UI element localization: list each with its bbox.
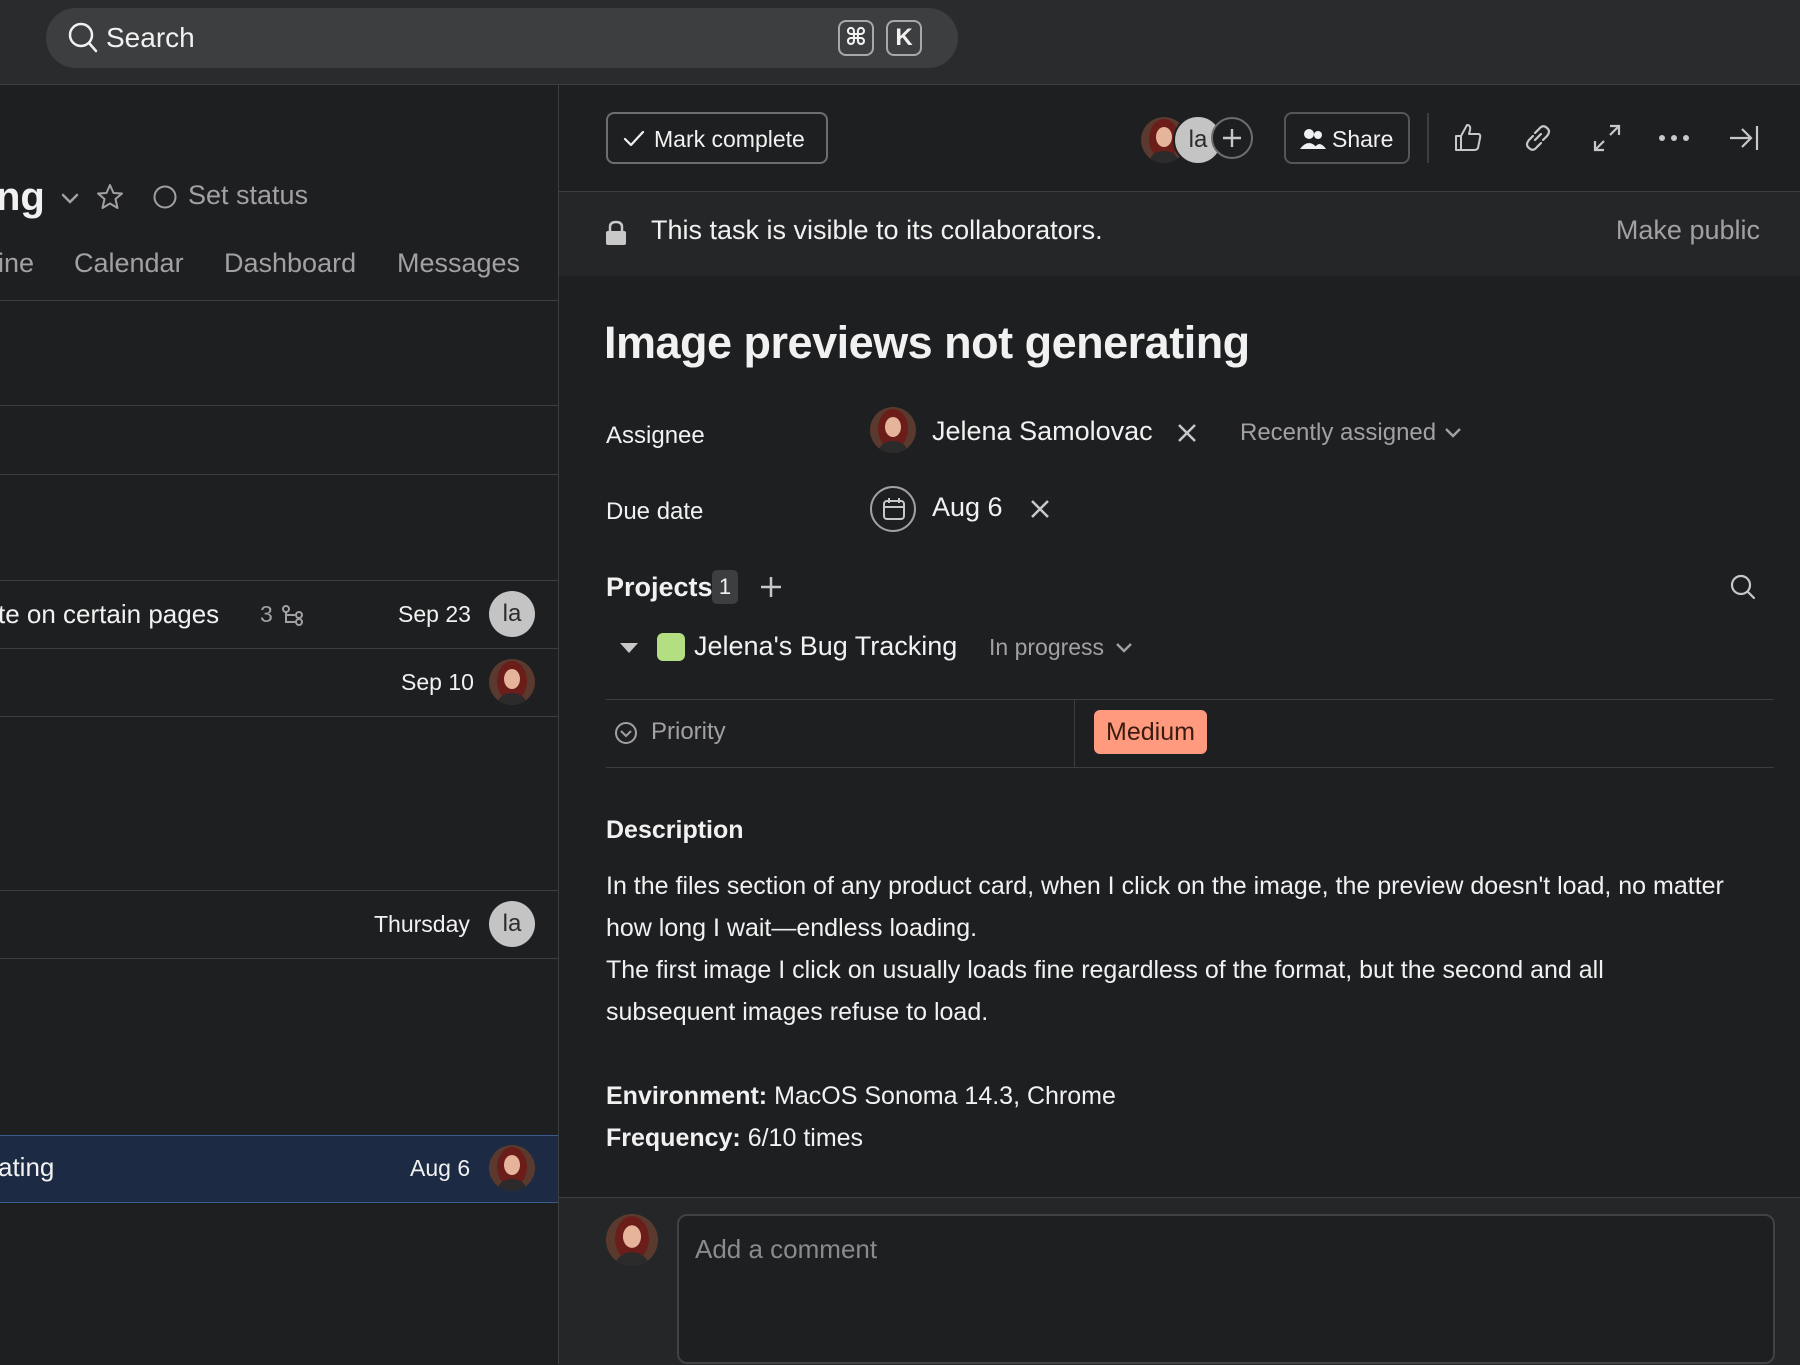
visibility-notice: This task is visible to its collaborator…	[559, 191, 1800, 276]
chevron-down-icon	[1116, 643, 1132, 653]
search-bar[interactable]: Search ⌘ K	[46, 8, 958, 68]
project-color-swatch	[657, 633, 685, 661]
plus-icon	[1223, 129, 1241, 147]
priority-badge[interactable]: Medium	[1094, 710, 1207, 754]
tab-calendar[interactable]: Calendar	[74, 248, 184, 279]
divider	[1074, 699, 1075, 767]
environment-label: Environment:	[606, 1082, 768, 1110]
assignee-name[interactable]: Jelena Samolovac	[932, 416, 1153, 447]
description-heading: Description	[606, 816, 744, 844]
task-row-selected[interactable]: ating Aug 6	[0, 1135, 558, 1203]
divider	[0, 958, 558, 959]
tab-dashboard[interactable]: Dashboard	[224, 248, 356, 279]
people-icon	[1300, 129, 1326, 149]
project-list-panel: ng Set status ine Calendar Dashboard Mes…	[0, 85, 559, 1364]
task-detail-panel: Mark complete la Share This task is visi…	[559, 85, 1800, 1365]
task-due-date: Sep 23	[398, 601, 471, 627]
comment-bar	[559, 1197, 1800, 1365]
frequency-label: Frequency:	[606, 1124, 741, 1152]
divider	[606, 767, 1774, 768]
frequency-line: Frequency: 6/10 times	[606, 1117, 1736, 1159]
task-row-title: ating	[0, 1152, 55, 1182]
description-body[interactable]: In the files section of any product card…	[606, 865, 1736, 1159]
add-collaborator-button[interactable]	[1211, 117, 1253, 159]
shortcut-cmd-key: ⌘	[838, 20, 874, 56]
remove-assignee-icon[interactable]	[1176, 422, 1198, 444]
task-due-date: Aug 6	[410, 1155, 471, 1181]
description-paragraph: The first image I click on usually loads…	[606, 956, 1604, 1026]
task-row[interactable]: Sep 10	[0, 649, 558, 716]
search-icon	[68, 22, 98, 54]
divider	[606, 699, 1774, 700]
priority-label: Priority	[651, 718, 726, 745]
project-name[interactable]: Jelena's Bug Tracking	[694, 631, 957, 662]
set-status-label: Set status	[188, 180, 309, 210]
task-row-title: te on certain pages	[0, 599, 220, 629]
share-button[interactable]: Share	[1284, 112, 1410, 164]
mark-complete-button[interactable]: Mark complete	[606, 112, 828, 164]
tab-timeline[interactable]: ine	[0, 248, 34, 279]
due-date-label: Due date	[606, 498, 704, 525]
search-label: Search	[106, 22, 195, 53]
make-public-button[interactable]: Make public	[1616, 215, 1760, 246]
top-bar: Search ⌘ K	[0, 0, 1800, 85]
project-status-label: In progress	[989, 634, 1105, 660]
shortcut-k-key: K	[886, 20, 922, 56]
subtask-icon	[281, 604, 307, 628]
close-panel-icon[interactable]	[1727, 122, 1761, 154]
visibility-text: This task is visible to its collaborator…	[651, 215, 1103, 245]
search-project-fields-icon[interactable]	[1729, 573, 1757, 601]
share-label: Share	[1332, 126, 1394, 152]
divider	[0, 300, 558, 301]
chevron-down-icon	[1445, 428, 1461, 438]
remove-due-date-icon[interactable]	[1029, 498, 1051, 520]
star-icon[interactable]	[96, 183, 124, 211]
task-title[interactable]: Image previews not generating	[604, 317, 1250, 369]
avatar[interactable]: la	[489, 901, 535, 947]
add-project-icon[interactable]	[759, 575, 783, 599]
avatar[interactable]	[489, 659, 535, 705]
task-due-date: Thursday	[374, 911, 470, 937]
link-icon[interactable]	[1521, 122, 1555, 154]
expand-icon[interactable]	[1591, 122, 1623, 154]
like-icon[interactable]	[1452, 122, 1484, 154]
current-user-avatar	[606, 1214, 658, 1266]
task-row[interactable]: Thursday la	[0, 891, 558, 958]
collapse-triangle-icon[interactable]	[619, 641, 639, 655]
assignee-avatar[interactable]	[870, 407, 916, 453]
task-due-date: Sep 10	[401, 669, 474, 695]
subtask-count: 3	[260, 601, 273, 627]
task-row[interactable]: te on certain pages 3 Sep 23 la	[0, 581, 558, 648]
divider	[0, 474, 558, 475]
projects-label: Projects	[606, 572, 713, 602]
chevron-down-icon[interactable]	[60, 192, 80, 206]
toolbar-divider	[1427, 113, 1429, 163]
comment-input[interactable]	[677, 1214, 1775, 1364]
frequency-value: 6/10 times	[740, 1124, 864, 1152]
tab-messages[interactable]: Messages	[397, 248, 520, 279]
environment-line: Environment: MacOS Sonoma 14.3, Chrome	[606, 1075, 1736, 1117]
divider	[0, 405, 558, 406]
calendar-icon[interactable]	[870, 486, 916, 532]
mark-complete-label: Mark complete	[654, 126, 805, 152]
priority-field-icon	[614, 721, 638, 745]
project-title: ng	[0, 175, 45, 219]
avatar[interactable]: la	[489, 591, 535, 637]
status-circle-icon	[153, 185, 177, 209]
environment-value: MacOS Sonoma 14.3, Chrome	[767, 1082, 1116, 1110]
more-options-icon[interactable]	[1657, 133, 1691, 143]
description-paragraph: In the files section of any product card…	[606, 872, 1724, 942]
avatar[interactable]	[489, 1145, 535, 1191]
projects-count-badge: 1	[712, 570, 738, 604]
assignee-label: Assignee	[606, 422, 705, 449]
due-date-value[interactable]: Aug 6	[932, 492, 1003, 523]
check-icon	[623, 130, 645, 147]
recently-assigned-label: Recently assigned	[1240, 419, 1437, 446]
lock-icon	[606, 220, 626, 245]
divider	[0, 716, 558, 717]
